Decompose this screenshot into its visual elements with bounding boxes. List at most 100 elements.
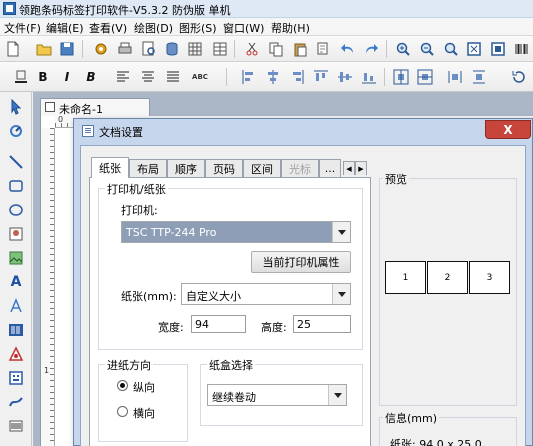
ruler-label: 0	[58, 115, 64, 124]
text-color-icon[interactable]	[12, 68, 30, 86]
width-input[interactable]: 94	[191, 315, 246, 333]
cut-icon[interactable]	[243, 40, 261, 58]
image-tool-icon[interactable]	[7, 225, 25, 243]
tab-cursor: 光标	[281, 159, 319, 177]
align-justify-icon[interactable]	[164, 68, 182, 86]
grid-icon[interactable]	[186, 40, 204, 58]
align-objects-bottom-icon[interactable]	[360, 68, 378, 86]
menu-window[interactable]: 窗口(W)	[223, 20, 264, 36]
paper-tray-select[interactable]: 继续卷动	[207, 384, 347, 406]
info-group: 信息(mm) 纸张: 94.0 x 25.0	[379, 410, 517, 446]
line-tool-icon[interactable]	[7, 153, 25, 171]
text-tool-icon[interactable]: A	[7, 273, 25, 291]
matrix-code-tool-icon[interactable]	[7, 369, 25, 387]
menu-draw[interactable]: 绘图(D)	[134, 20, 173, 36]
landscape-radio[interactable]	[117, 406, 128, 417]
menu-view[interactable]: 查看(V)	[89, 20, 127, 36]
copy-format-icon[interactable]	[315, 40, 333, 58]
barcode-ruler-tool-icon[interactable]	[7, 417, 25, 435]
tab-scroll-right-icon[interactable]: ▶	[355, 161, 367, 175]
ruler-label: 1	[44, 366, 50, 375]
barcode-tool-icon[interactable]	[7, 321, 25, 339]
align-objects-left-icon[interactable]	[240, 68, 258, 86]
bold-button[interactable]: B	[34, 68, 52, 86]
format-toolbar: B I B ABC	[0, 62, 533, 92]
bold-italic-button[interactable]: B	[82, 68, 100, 86]
rotate-icon[interactable]	[510, 68, 528, 86]
chevron-down-icon[interactable]	[328, 385, 346, 405]
align-left-icon[interactable]	[114, 68, 132, 86]
align-objects-right-icon[interactable]	[288, 68, 306, 86]
document-settings-dialog: 文档设置 X 纸张 布局 顺序 页码 区间 光标 ... ◀ ▶ 打印机/纸张 …	[73, 118, 533, 446]
paste-icon[interactable]	[291, 40, 309, 58]
zoom-out-icon[interactable]	[418, 40, 436, 58]
printer-properties-button[interactable]: 当前打印机属性	[251, 251, 351, 273]
fit-page-icon[interactable]	[465, 40, 483, 58]
tab-layout[interactable]: 布局	[129, 159, 167, 177]
tab-page-number[interactable]: 页码	[205, 159, 243, 177]
italic-button[interactable]: I	[58, 68, 76, 86]
center-horizontal-icon[interactable]	[392, 68, 410, 86]
qr-code-tool-icon[interactable]	[7, 345, 25, 363]
center-vertical-icon[interactable]	[416, 68, 434, 86]
character-spacing-button[interactable]: ABC	[188, 68, 212, 86]
print-icon[interactable]	[116, 40, 134, 58]
new-document-icon[interactable]	[4, 40, 22, 58]
align-objects-top-icon[interactable]	[312, 68, 330, 86]
dialog-title-bar[interactable]: 文档设置 X	[74, 119, 532, 143]
printer-paper-group: 打印机/纸张 打印机: TSC TTP-244 Pro 当前打印机属性 纸张(m…	[98, 181, 363, 350]
align-center-icon[interactable]	[139, 68, 157, 86]
picture-tool-icon[interactable]	[7, 249, 25, 267]
barcode-icon[interactable]	[513, 40, 531, 58]
menu-help[interactable]: 帮助(H)	[271, 20, 310, 36]
chevron-down-icon[interactable]	[332, 284, 350, 304]
rotate-object-icon[interactable]	[7, 122, 25, 140]
drawing-toolbox: A	[0, 92, 32, 446]
actual-size-icon[interactable]	[489, 40, 507, 58]
distribute-vertical-icon[interactable]	[470, 68, 488, 86]
tab-order[interactable]: 顺序	[167, 159, 205, 177]
standard-toolbar	[0, 36, 533, 62]
landscape-label: 横向	[133, 407, 155, 420]
print-preview-icon[interactable]	[140, 40, 158, 58]
zoom-icon[interactable]	[442, 40, 460, 58]
document-tab[interactable]: 未命名-1	[40, 98, 150, 116]
redo-icon[interactable]	[362, 40, 380, 58]
database-icon[interactable]	[163, 40, 181, 58]
printer-select[interactable]: TSC TTP-244 Pro	[121, 221, 351, 243]
curve-tool-icon[interactable]	[7, 393, 25, 411]
height-input[interactable]: 25	[293, 315, 351, 333]
paper-size-select[interactable]: 自定义大小	[181, 283, 351, 305]
chevron-down-icon[interactable]	[332, 222, 350, 242]
open-folder-icon[interactable]	[35, 40, 53, 58]
tab-more[interactable]: ...	[319, 159, 341, 177]
menu-file[interactable]: 文件(F)	[4, 20, 41, 36]
save-icon[interactable]	[58, 40, 76, 58]
feed-direction-group: 进纸方向 纵向 横向	[98, 357, 188, 442]
paper-tray-value: 继续卷动	[212, 391, 256, 404]
settings-gear-icon[interactable]	[92, 40, 110, 58]
tab-scroll-left-icon[interactable]: ◀	[343, 161, 355, 175]
outline-text-tool-icon[interactable]	[7, 297, 25, 315]
ellipse-tool-icon[interactable]	[7, 201, 25, 219]
preview-label: 3	[469, 261, 510, 294]
vertical-ruler: 1	[41, 128, 55, 446]
tab-range[interactable]: 区间	[243, 159, 281, 177]
table-icon[interactable]	[211, 40, 229, 58]
paper-tray-title: 纸盒选择	[207, 357, 255, 373]
tab-paper[interactable]: 纸张	[91, 157, 129, 178]
align-objects-middle-icon[interactable]	[336, 68, 354, 86]
align-objects-center-icon[interactable]	[264, 68, 282, 86]
portrait-radio[interactable]	[117, 380, 128, 391]
select-pointer-icon[interactable]	[7, 98, 25, 116]
preview-group: 预览 1 2 3	[379, 171, 517, 406]
distribute-horizontal-icon[interactable]	[446, 68, 464, 86]
menu-shape[interactable]: 图形(S)	[179, 20, 217, 36]
close-button[interactable]: X	[485, 120, 531, 139]
rectangle-tool-icon[interactable]	[7, 177, 25, 195]
menu-bar: 文件(F) 编辑(E) 查看(V) 绘图(D) 图形(S) 窗口(W) 帮助(H…	[0, 18, 533, 36]
menu-edit[interactable]: 编辑(E)	[46, 20, 84, 36]
zoom-in-icon[interactable]	[394, 40, 412, 58]
copy-icon[interactable]	[267, 40, 285, 58]
undo-icon[interactable]	[339, 40, 357, 58]
